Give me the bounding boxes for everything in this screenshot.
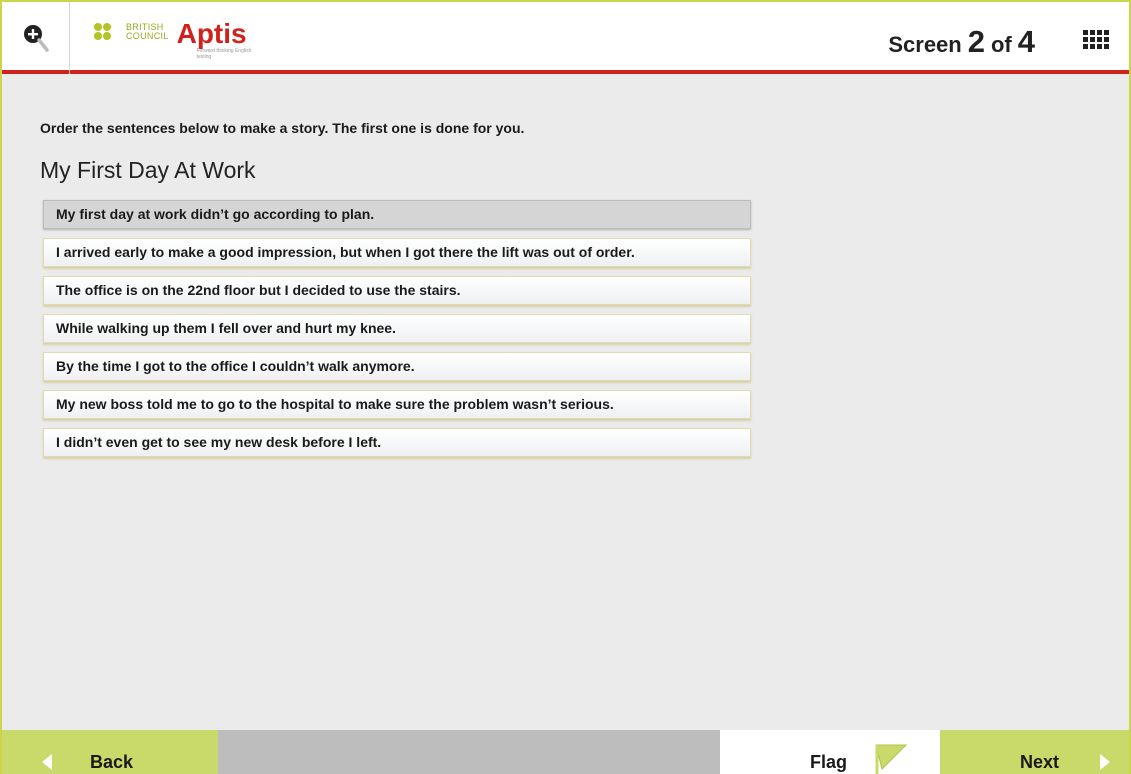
sentence-draggable[interactable]: My new boss told me to go to the hospita… — [43, 390, 751, 419]
header: BRITISH COUNCIL Aptis Forward thinking E… — [2, 2, 1129, 74]
footer-nav: Back Flag Next — [2, 730, 1129, 774]
back-label: Back — [90, 752, 134, 772]
flag-icon — [875, 744, 908, 774]
sentence-draggable[interactable]: While walking up them I fell over and hu… — [43, 314, 751, 343]
sentence-draggable[interactable]: I arrived early to make a good impressio… — [43, 238, 751, 267]
back-button[interactable]: Back — [2, 730, 218, 774]
story-title: My First Day At Work — [40, 157, 256, 183]
sentence-list: My first day at work didn’t go according… — [43, 200, 751, 466]
flag-label: Flag — [810, 752, 848, 772]
grid-icon[interactable] — [1083, 30, 1109, 52]
arrow-right-icon — [1100, 754, 1110, 770]
aptis-tagline: Forward thinking English testing — [196, 48, 252, 60]
zoom-button[interactable] — [2, 2, 70, 74]
flag-button[interactable]: Flag — [720, 730, 940, 774]
zoom-in-icon — [23, 25, 49, 52]
sentence-draggable[interactable]: I didn’t even get to see my new desk bef… — [43, 428, 751, 457]
screen-total: 4 — [1017, 24, 1035, 59]
screen-label: Screen — [888, 32, 962, 57]
instructions: Order the sentences below to make a stor… — [40, 120, 525, 136]
screen-counter: Screen 2 of 4 — [888, 24, 1041, 60]
screen-of: of — [990, 32, 1012, 57]
british-council-wordmark: BRITISH COUNCIL — [126, 22, 169, 41]
screen-current: 2 — [967, 24, 985, 59]
sentence-fixed-first: My first day at work didn’t go according… — [43, 200, 751, 229]
sentence-draggable[interactable]: By the time I got to the office I couldn… — [43, 352, 751, 381]
british-council-mark-icon — [94, 23, 122, 41]
aptis-logo: BRITISH COUNCIL Aptis Forward thinking E… — [94, 20, 252, 61]
aptis-wordmark: Aptis Forward thinking English testing — [177, 20, 252, 61]
arrow-left-icon — [42, 754, 52, 770]
next-button[interactable]: Next — [940, 730, 1129, 774]
next-label: Next — [1020, 752, 1060, 772]
sentence-draggable[interactable]: The office is on the 22nd floor but I de… — [43, 276, 751, 305]
